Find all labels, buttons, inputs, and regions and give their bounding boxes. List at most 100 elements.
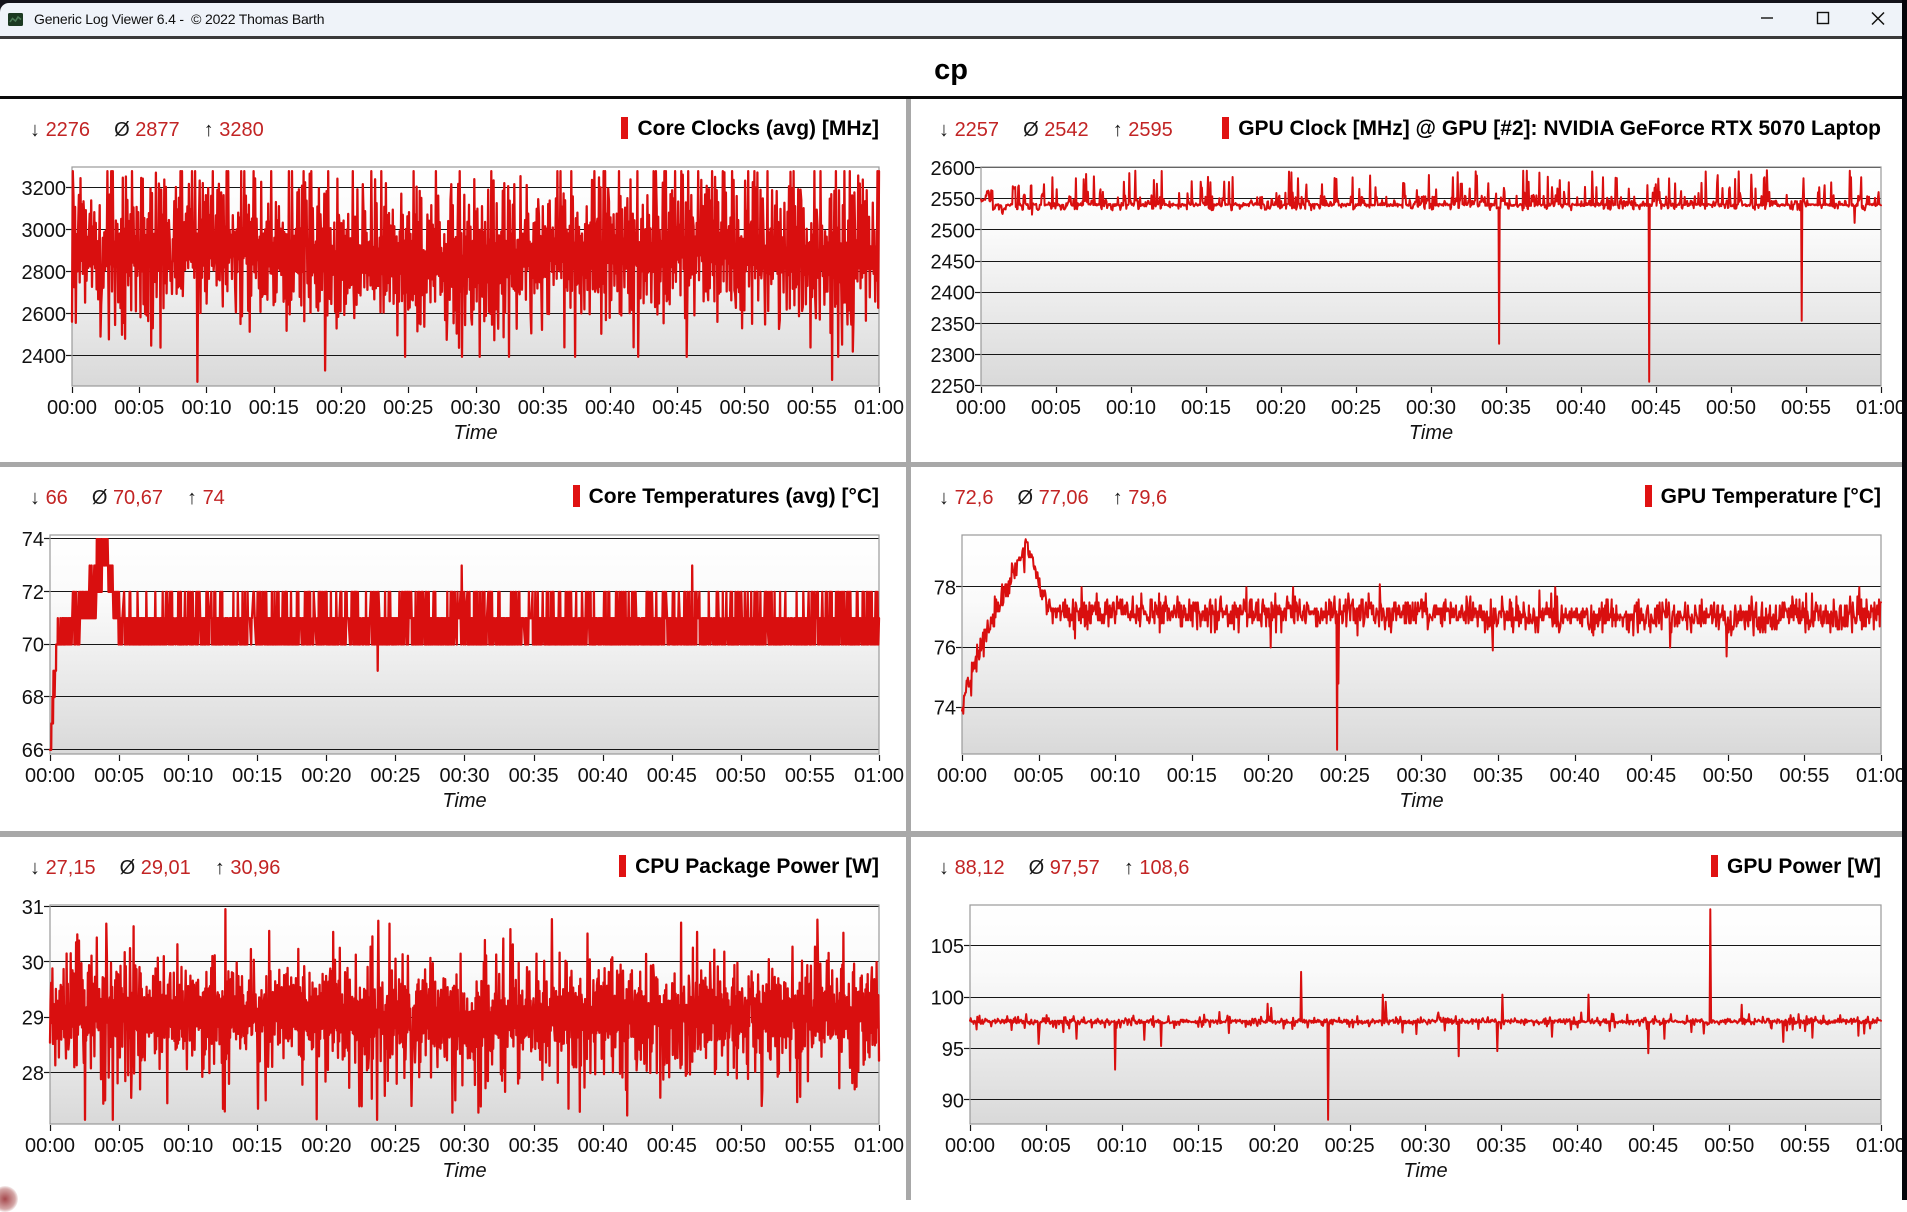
svg-text:00:40: 00:40 [1556,397,1606,419]
svg-text:Time: Time [442,790,486,812]
svg-text:01:00: 01:00 [854,1135,904,1157]
svg-text:74: 74 [22,529,44,551]
svg-text:00:00: 00:00 [956,397,1006,419]
svg-text:00:40: 00:40 [578,765,628,787]
svg-text:Time: Time [1409,422,1453,444]
svg-text:00:25: 00:25 [370,765,420,787]
svg-text:00:30: 00:30 [1400,1135,1450,1157]
svg-text:2800: 2800 [22,262,67,284]
svg-text:00:25: 00:25 [370,1135,420,1157]
svg-text:00:20: 00:20 [301,765,351,787]
svg-text:Time: Time [453,422,497,444]
svg-text:00:35: 00:35 [1473,765,1523,787]
svg-text:00:00: 00:00 [47,397,97,419]
svg-text:2350: 2350 [931,314,976,336]
svg-text:00:35: 00:35 [509,1135,559,1157]
svg-text:68: 68 [22,687,44,709]
svg-text:2250: 2250 [931,376,976,398]
svg-text:2550: 2550 [931,189,976,211]
svg-text:00:10: 00:10 [1090,765,1140,787]
svg-text:00:00: 00:00 [937,765,987,787]
svg-text:00:45: 00:45 [647,1135,697,1157]
svg-text:00:20: 00:20 [1249,1135,1299,1157]
svg-text:00:45: 00:45 [652,397,702,419]
svg-text:00:10: 00:10 [1097,1135,1147,1157]
svg-text:00:40: 00:40 [578,1135,628,1157]
svg-text:00:05: 00:05 [114,397,164,419]
svg-text:70: 70 [22,635,44,657]
svg-text:00:35: 00:35 [1481,397,1531,419]
svg-text:00:50: 00:50 [1706,397,1756,419]
svg-text:2400: 2400 [931,283,976,305]
svg-text:00:20: 00:20 [316,397,366,419]
svg-text:00:35: 00:35 [509,765,559,787]
svg-text:Time: Time [1403,1160,1447,1182]
svg-text:00:45: 00:45 [647,765,697,787]
svg-text:00:50: 00:50 [1703,765,1753,787]
svg-text:01:00: 01:00 [1856,397,1905,419]
svg-text:00:55: 00:55 [1779,765,1829,787]
svg-text:00:45: 00:45 [1626,765,1676,787]
svg-text:2600: 2600 [931,158,976,180]
svg-text:00:25: 00:25 [1331,397,1381,419]
svg-text:00:15: 00:15 [232,765,282,787]
svg-text:01:00: 01:00 [854,397,904,419]
svg-text:90: 90 [942,1091,964,1113]
svg-text:3000: 3000 [22,220,67,242]
svg-text:100: 100 [931,988,964,1010]
svg-text:00:45: 00:45 [1628,1135,1678,1157]
svg-text:00:15: 00:15 [232,1135,282,1157]
svg-text:00:15: 00:15 [1173,1135,1223,1157]
svg-text:00:05: 00:05 [1031,397,1081,419]
svg-text:00:55: 00:55 [1780,1135,1830,1157]
svg-text:78: 78 [934,577,956,599]
svg-text:00:05: 00:05 [1014,765,1064,787]
svg-text:28: 28 [22,1063,44,1085]
svg-text:66: 66 [22,740,44,762]
svg-text:30: 30 [22,952,44,974]
svg-text:00:30: 00:30 [439,765,489,787]
svg-text:00:35: 00:35 [518,397,568,419]
svg-text:00:10: 00:10 [181,397,231,419]
svg-text:01:00: 01:00 [1856,765,1905,787]
svg-text:00:05: 00:05 [94,765,144,787]
svg-text:00:50: 00:50 [716,1135,766,1157]
svg-text:00:25: 00:25 [1320,765,1370,787]
svg-text:00:50: 00:50 [716,765,766,787]
svg-text:00:15: 00:15 [1167,765,1217,787]
svg-text:00:55: 00:55 [785,765,835,787]
svg-text:00:55: 00:55 [785,1135,835,1157]
svg-text:2600: 2600 [22,304,67,326]
svg-text:00:05: 00:05 [1021,1135,1071,1157]
svg-text:00:10: 00:10 [163,765,213,787]
svg-text:00:10: 00:10 [1106,397,1156,419]
svg-text:29: 29 [22,1008,44,1030]
svg-text:2500: 2500 [931,220,976,242]
svg-text:00:30: 00:30 [1396,765,1446,787]
svg-text:00:30: 00:30 [450,397,500,419]
svg-text:00:15: 00:15 [1181,397,1231,419]
svg-text:72: 72 [22,582,44,604]
svg-text:2400: 2400 [22,346,67,368]
svg-text:00:15: 00:15 [249,397,299,419]
svg-text:00:20: 00:20 [1243,765,1293,787]
svg-text:00:30: 00:30 [439,1135,489,1157]
svg-text:00:50: 00:50 [719,397,769,419]
svg-text:105: 105 [931,936,964,958]
svg-text:01:00: 01:00 [854,765,904,787]
svg-text:76: 76 [934,638,956,660]
svg-text:00:10: 00:10 [163,1135,213,1157]
svg-text:Time: Time [1399,790,1443,812]
svg-text:00:35: 00:35 [1476,1135,1526,1157]
svg-text:2450: 2450 [931,252,976,274]
svg-text:00:25: 00:25 [383,397,433,419]
svg-text:00:55: 00:55 [787,397,837,419]
svg-text:00:00: 00:00 [25,765,75,787]
svg-text:00:25: 00:25 [1325,1135,1375,1157]
svg-text:Time: Time [442,1160,486,1182]
svg-text:00:20: 00:20 [301,1135,351,1157]
svg-text:2300: 2300 [931,345,976,367]
svg-text:3200: 3200 [22,178,67,200]
svg-text:74: 74 [934,698,956,720]
svg-text:00:05: 00:05 [94,1135,144,1157]
